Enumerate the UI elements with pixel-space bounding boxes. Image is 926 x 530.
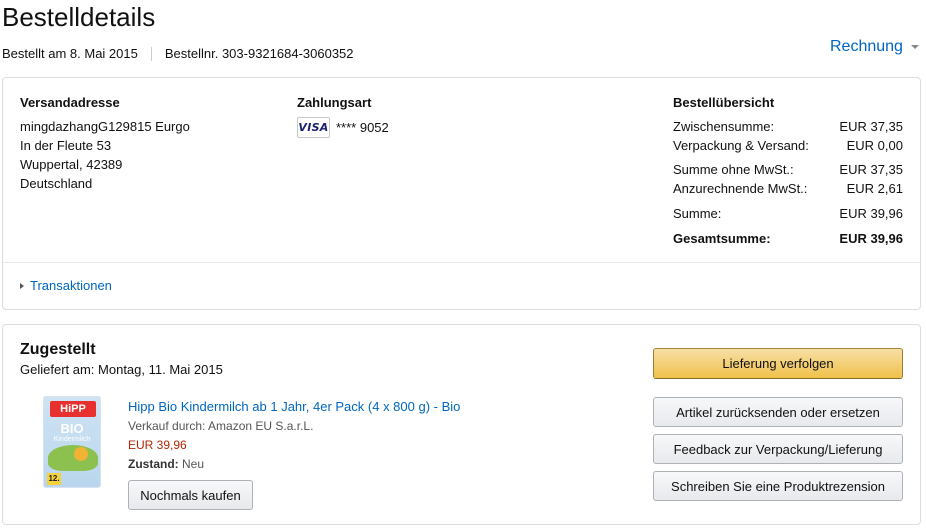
product-image[interactable]: HiPP BIO Kindermilch 12. xyxy=(43,396,101,488)
address-line: In der Fleute 53 xyxy=(20,138,112,153)
delivery-feedback-button[interactable]: Feedback zur Verpackung/Lieferung xyxy=(653,434,903,464)
order-meta: Bestellt am 8. Mai 2015 Bestellnr. 303-9… xyxy=(2,46,354,61)
product-image-brand: HiPP xyxy=(50,401,96,417)
shipping-address: mingdazhangG129815 Eurgo In der Fleute 5… xyxy=(20,117,190,193)
summary-value: EUR 0,00 xyxy=(846,138,903,153)
caret-right-icon xyxy=(20,282,24,289)
summary-label: Zwischensumme: xyxy=(673,119,775,134)
order-summary: Zwischensumme: EUR 37,35 Verpackung & Ve… xyxy=(673,117,903,248)
product-price: EUR 39,96 xyxy=(128,438,187,452)
product-condition: Zustand: Neu xyxy=(128,457,204,471)
condition-value: Neu xyxy=(182,457,205,471)
invoice-label: Rechnung xyxy=(830,38,903,55)
card-digits: **** 9052 xyxy=(336,120,389,135)
summary-label: Summe ohne MwSt.: xyxy=(673,162,794,177)
payment-method-title: Zahlungsart xyxy=(297,95,372,110)
section-divider xyxy=(3,262,920,263)
product-image-sun xyxy=(74,447,88,461)
write-review-button[interactable]: Schreiben Sie eine Produktrezension xyxy=(653,471,903,501)
shipping-address-title: Versandadresse xyxy=(20,95,120,110)
track-package-button[interactable]: Lieferung verfolgen xyxy=(653,348,903,379)
product-seller: Verkauf durch: Amazon EU S.a.r.L. xyxy=(128,419,314,433)
order-date: Bestellt am 8. Mai 2015 xyxy=(2,46,138,61)
return-item-button[interactable]: Artikel zurücksenden oder ersetzen xyxy=(653,397,903,427)
invoice-dropdown[interactable]: Rechnung xyxy=(830,38,919,56)
summary-row: Zwischensumme: EUR 37,35 xyxy=(673,117,903,136)
product-image-sub: Kindermilch xyxy=(53,436,91,443)
summary-label: Summe: xyxy=(673,206,722,221)
product-title-link[interactable]: Hipp Bio Kindermilch ab 1 Jahr, 4er Pack… xyxy=(128,399,460,414)
summary-row: Summe ohne MwSt.: EUR 37,35 xyxy=(673,160,903,179)
order-number: Bestellnr. 303-9321684-3060352 xyxy=(164,46,354,61)
address-line: Deutschland xyxy=(20,176,93,191)
product-image-bio: BIO xyxy=(60,421,84,436)
order-summary-title: Bestellübersicht xyxy=(673,95,775,110)
summary-total-label: Gesamtsumme: xyxy=(673,231,771,246)
address-line: Wuppertal, 42389 xyxy=(20,157,123,172)
delivery-date: Geliefert am: Montag, 11. Mai 2015 xyxy=(20,362,223,377)
meta-divider xyxy=(150,46,152,61)
buy-again-button[interactable]: Nochmals kaufen xyxy=(128,480,253,510)
product-image-scene xyxy=(48,445,98,471)
summary-value: EUR 2,61 xyxy=(846,181,903,196)
summary-total-value: EUR 39,96 xyxy=(839,231,903,246)
summary-value: EUR 39,96 xyxy=(839,206,903,221)
visa-card-icon: VISA xyxy=(297,117,330,138)
page-title: Bestelldetails xyxy=(2,2,156,32)
product-image-badge: 12. xyxy=(47,473,61,485)
order-details-box: Versandadresse mingdazhangG129815 Eurgo … xyxy=(2,77,921,310)
caret-down-icon xyxy=(910,45,919,49)
payment-method: VISA **** 9052 xyxy=(297,117,389,138)
summary-value: EUR 37,35 xyxy=(839,119,903,134)
transactions-label: Transaktionen xyxy=(30,278,112,293)
summary-total-row: Gesamtsumme: EUR 39,96 xyxy=(673,229,903,248)
summary-row: Anzurechnende MwSt.: EUR 2,61 xyxy=(673,179,903,198)
summary-row: Verpackung & Versand: EUR 0,00 xyxy=(673,136,903,155)
address-line: mingdazhangG129815 Eurgo xyxy=(20,119,190,134)
summary-row: Summe: EUR 39,96 xyxy=(673,204,903,223)
shipment-status: Zugestellt xyxy=(20,341,96,358)
summary-label: Anzurechnende MwSt.: xyxy=(673,181,808,196)
summary-label: Verpackung & Versand: xyxy=(673,138,809,153)
transactions-toggle[interactable]: Transaktionen xyxy=(20,278,112,293)
shipment-box: Zugestellt Geliefert am: Montag, 11. Mai… xyxy=(2,324,921,525)
condition-label: Zustand: xyxy=(128,457,179,471)
summary-value: EUR 37,35 xyxy=(839,162,903,177)
